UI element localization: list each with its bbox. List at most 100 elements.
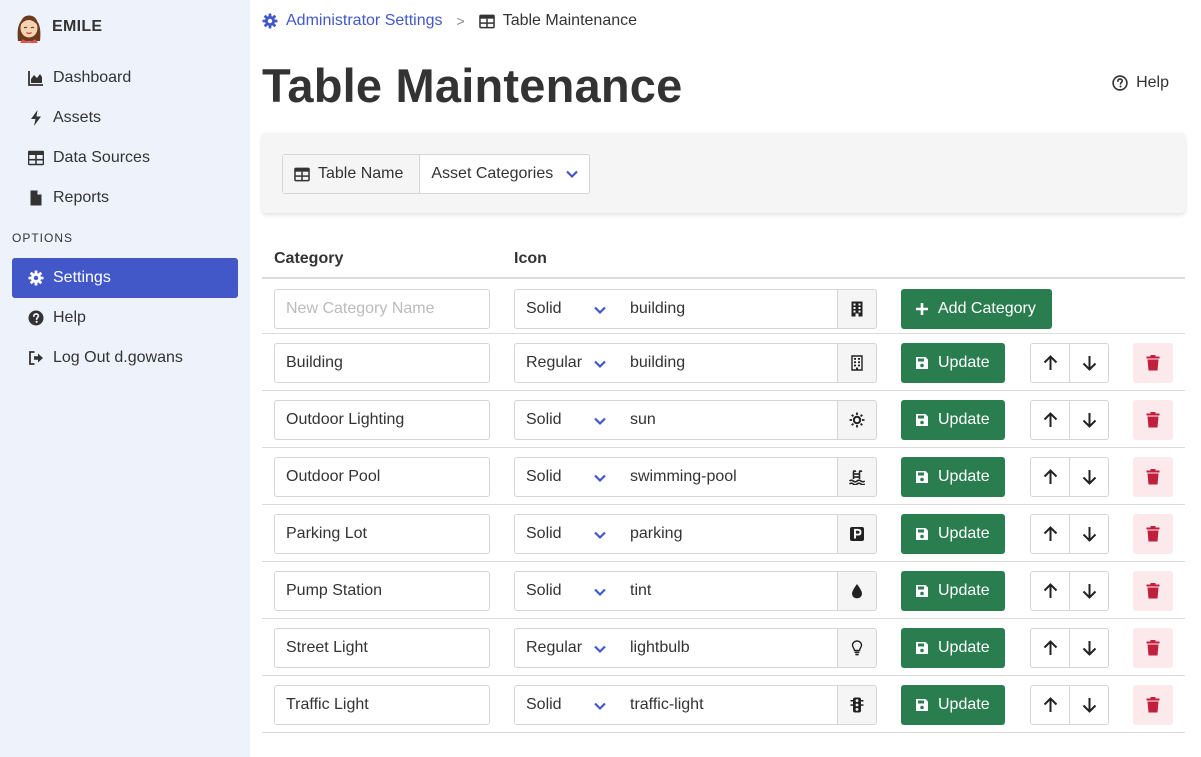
- column-header-category: Category: [274, 250, 344, 267]
- category-name-input[interactable]: Outdoor Pool: [274, 457, 490, 497]
- delete-button[interactable]: [1133, 628, 1173, 668]
- icon-style-select[interactable]: Regular: [514, 628, 620, 668]
- chart-area-icon: [27, 69, 45, 87]
- arrow-up-icon: [1043, 640, 1057, 655]
- breadcrumb: Administrator Settings > Table Maintenan…: [262, 10, 637, 32]
- question-circle-icon: [1112, 75, 1128, 91]
- save-icon: [916, 528, 928, 540]
- sidebar-item-data-sources[interactable]: Data Sources: [12, 138, 238, 178]
- arrow-up-icon: [1043, 526, 1057, 541]
- delete-button[interactable]: [1133, 514, 1173, 554]
- icon-style-select[interactable]: Solid: [514, 400, 620, 440]
- delete-button[interactable]: [1133, 457, 1173, 497]
- move-up-button[interactable]: [1031, 515, 1069, 553]
- icon-style-select[interactable]: Solid: [514, 685, 620, 725]
- update-button[interactable]: Update: [901, 400, 1005, 440]
- save-icon: [916, 471, 928, 483]
- table-row: Building Regular building Update: [262, 334, 1185, 391]
- icon-name-input[interactable]: traffic-light: [619, 685, 838, 725]
- move-up-button[interactable]: [1031, 458, 1069, 496]
- brand[interactable]: EMILE: [14, 10, 102, 44]
- icon-style-select[interactable]: Regular: [514, 343, 620, 383]
- update-button[interactable]: Update: [901, 571, 1005, 611]
- update-button[interactable]: Update: [901, 628, 1005, 668]
- tint-icon: [837, 571, 877, 611]
- sidebar-item-dashboard[interactable]: Dashboard: [12, 58, 238, 98]
- icon-style-value: Solid: [526, 582, 562, 599]
- gear-icon: [262, 13, 278, 29]
- move-up-button[interactable]: [1031, 686, 1069, 724]
- add-category-button[interactable]: Add Category: [901, 289, 1052, 329]
- table-name-select[interactable]: Asset Categories: [420, 155, 589, 193]
- icon-name-input[interactable]: parking: [619, 514, 838, 554]
- icon-name-input[interactable]: sun: [619, 400, 838, 440]
- sidebar-item-help[interactable]: Help: [12, 298, 238, 338]
- move-buttons: [1030, 628, 1109, 668]
- arrow-down-icon: [1082, 584, 1096, 599]
- sidebar-item-assets[interactable]: Assets: [12, 98, 238, 138]
- delete-button[interactable]: [1133, 571, 1173, 611]
- move-up-button[interactable]: [1031, 401, 1069, 439]
- plus-icon: [916, 303, 928, 315]
- icon-name-input[interactable]: building: [619, 289, 838, 329]
- update-button[interactable]: Update: [901, 685, 1005, 725]
- update-button[interactable]: Update: [901, 514, 1005, 554]
- new-category-input[interactable]: New Category Name: [274, 289, 490, 329]
- move-down-button[interactable]: [1069, 686, 1108, 724]
- delete-button[interactable]: [1133, 400, 1173, 440]
- sidebar-item-settings[interactable]: Settings: [12, 258, 238, 298]
- icon-name-input[interactable]: tint: [619, 571, 838, 611]
- category-name-input[interactable]: Pump Station: [274, 571, 490, 611]
- help-button[interactable]: Help: [1112, 74, 1169, 92]
- icon-name-input[interactable]: building: [619, 343, 838, 383]
- icon-style-select[interactable]: Solid: [514, 457, 620, 497]
- icon-name-input[interactable]: swimming-pool: [619, 457, 838, 497]
- icon-style-select[interactable]: Solid: [514, 514, 620, 554]
- breadcrumb-administrator-settings[interactable]: Administrator Settings: [262, 12, 443, 30]
- update-button[interactable]: Update: [901, 457, 1005, 497]
- options-section-label: OPTIONS: [12, 231, 74, 245]
- move-buttons: [1030, 343, 1109, 383]
- building-icon: [837, 289, 877, 329]
- icon-style-select[interactable]: Solid: [514, 571, 620, 611]
- delete-button[interactable]: [1133, 685, 1173, 725]
- move-down-button[interactable]: [1069, 515, 1108, 553]
- sidebar-item-log-out[interactable]: Log Out d.gowans: [12, 338, 238, 378]
- update-label: Update: [938, 639, 990, 656]
- move-buttons: [1030, 514, 1109, 554]
- category-name-input[interactable]: Outdoor Lighting: [274, 400, 490, 440]
- move-up-button[interactable]: [1031, 344, 1069, 382]
- arrow-down-icon: [1082, 470, 1096, 485]
- save-icon: [916, 642, 928, 654]
- arrow-down-icon: [1082, 698, 1096, 713]
- main-nav: Dashboard Assets Data Sources Reports: [12, 58, 238, 218]
- move-down-button[interactable]: [1069, 629, 1108, 667]
- trash-icon: [1146, 640, 1160, 656]
- move-buttons: [1030, 457, 1109, 497]
- trash-icon: [1146, 412, 1160, 428]
- move-down-button[interactable]: [1069, 458, 1108, 496]
- move-down-button[interactable]: [1069, 401, 1108, 439]
- icon-name-input[interactable]: lightbulb: [619, 628, 838, 668]
- category-name-input[interactable]: Traffic Light: [274, 685, 490, 725]
- table-row: Traffic Light Solid traffic-light Update: [262, 676, 1185, 733]
- delete-button[interactable]: [1133, 343, 1173, 383]
- table-row: Parking Lot Solid parking Update: [262, 505, 1185, 562]
- category-name-input[interactable]: Parking Lot: [274, 514, 490, 554]
- move-down-button[interactable]: [1069, 344, 1108, 382]
- trash-icon: [1146, 526, 1160, 542]
- arrow-down-icon: [1082, 413, 1096, 428]
- sidebar-item-reports[interactable]: Reports: [12, 178, 238, 218]
- move-down-button[interactable]: [1069, 572, 1108, 610]
- sidebar-item-label: Dashboard: [53, 69, 132, 86]
- save-icon: [916, 585, 928, 597]
- category-name-input[interactable]: Building: [274, 343, 490, 383]
- update-button[interactable]: Update: [901, 343, 1005, 383]
- chevron-down-icon: [594, 417, 606, 426]
- icon-style-value: Solid: [526, 525, 562, 542]
- category-name-input[interactable]: Street Light: [274, 628, 490, 668]
- trash-icon: [1146, 583, 1160, 599]
- move-up-button[interactable]: [1031, 572, 1069, 610]
- icon-style-select[interactable]: Solid: [514, 289, 620, 329]
- move-up-button[interactable]: [1031, 629, 1069, 667]
